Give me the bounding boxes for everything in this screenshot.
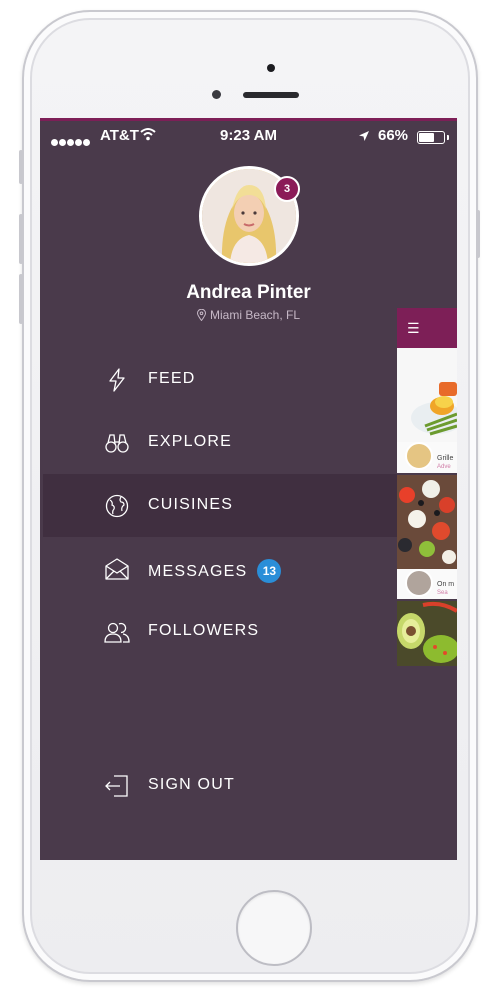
mute-switch <box>19 150 23 184</box>
feed-card[interactable]: On m Sea <box>397 475 457 599</box>
menu-item-followers[interactable]: FOLLOWERS <box>43 600 397 663</box>
hamburger-menu-icon[interactable]: ☰ <box>407 320 420 337</box>
accent-top-line <box>40 118 457 121</box>
sign-out-button[interactable]: SIGN OUT <box>43 754 397 817</box>
menu-item-label: FOLLOWERS <box>148 622 260 639</box>
volume-up-button <box>19 214 23 264</box>
food-photo <box>397 475 457 569</box>
menu-item-explore[interactable]: EXPLORE <box>43 411 397 474</box>
menu-item-messages[interactable]: MESSAGES 13 <box>43 537 397 600</box>
notification-badge: 3 <box>274 176 300 202</box>
power-button <box>476 210 480 258</box>
menu-item-label: CUISINES <box>148 496 234 513</box>
binoculars-icon <box>104 430 130 456</box>
front-camera <box>267 64 275 72</box>
battery-icon <box>417 131 449 144</box>
card-subcaption: Sea <box>437 590 448 596</box>
location-arrow-icon <box>358 129 370 146</box>
earpiece-speaker <box>243 92 299 98</box>
food-photo <box>397 601 457 666</box>
menu-item-label: EXPLORE <box>148 433 232 450</box>
lightning-icon <box>104 367 130 393</box>
main-content-peek[interactable]: ☰ Grille Adve On m Sea <box>397 308 457 666</box>
card-subcaption: Adve <box>437 464 451 470</box>
volume-down-button <box>19 274 23 324</box>
profile-location-row: Miami Beach, FL <box>40 308 457 324</box>
people-icon <box>104 619 130 645</box>
menu-item-label: MESSAGES <box>148 563 248 580</box>
feed-card[interactable]: Grille Adve <box>397 348 457 473</box>
menu-item-cuisines[interactable]: CUISINES <box>43 474 397 537</box>
proximity-sensor <box>212 90 221 99</box>
feed-card[interactable] <box>397 601 457 666</box>
profile-avatar-wrap[interactable]: 3 <box>199 166 300 266</box>
profile-location: Miami Beach, FL <box>209 308 301 322</box>
card-caption: On m <box>437 581 455 588</box>
sign-out-icon <box>104 773 130 799</box>
card-author-avatar <box>405 569 433 597</box>
location-pin-icon <box>196 308 206 324</box>
battery-percent: 66% <box>378 127 409 144</box>
card-caption: Grille <box>437 455 454 462</box>
menu-item-label: FEED <box>148 370 196 387</box>
sign-out-label: SIGN OUT <box>148 776 235 793</box>
globe-icon <box>104 493 130 519</box>
peek-header: ☰ <box>397 308 457 348</box>
menu-item-label-row: MESSAGES 13 <box>148 559 282 583</box>
app-screen: AT&T 9:23 AM 66% 3 Andrea Pinter Miami B… <box>40 118 457 860</box>
status-bar: AT&T 9:23 AM 66% <box>40 123 457 149</box>
profile-name: Andrea Pinter <box>186 282 311 303</box>
menu-item-feed[interactable]: FEED <box>43 348 397 411</box>
messages-count-badge: 13 <box>257 559 282 583</box>
envelope-icon <box>104 556 130 582</box>
food-photo <box>397 348 457 442</box>
card-author-avatar <box>405 442 433 470</box>
home-button[interactable] <box>236 890 312 966</box>
